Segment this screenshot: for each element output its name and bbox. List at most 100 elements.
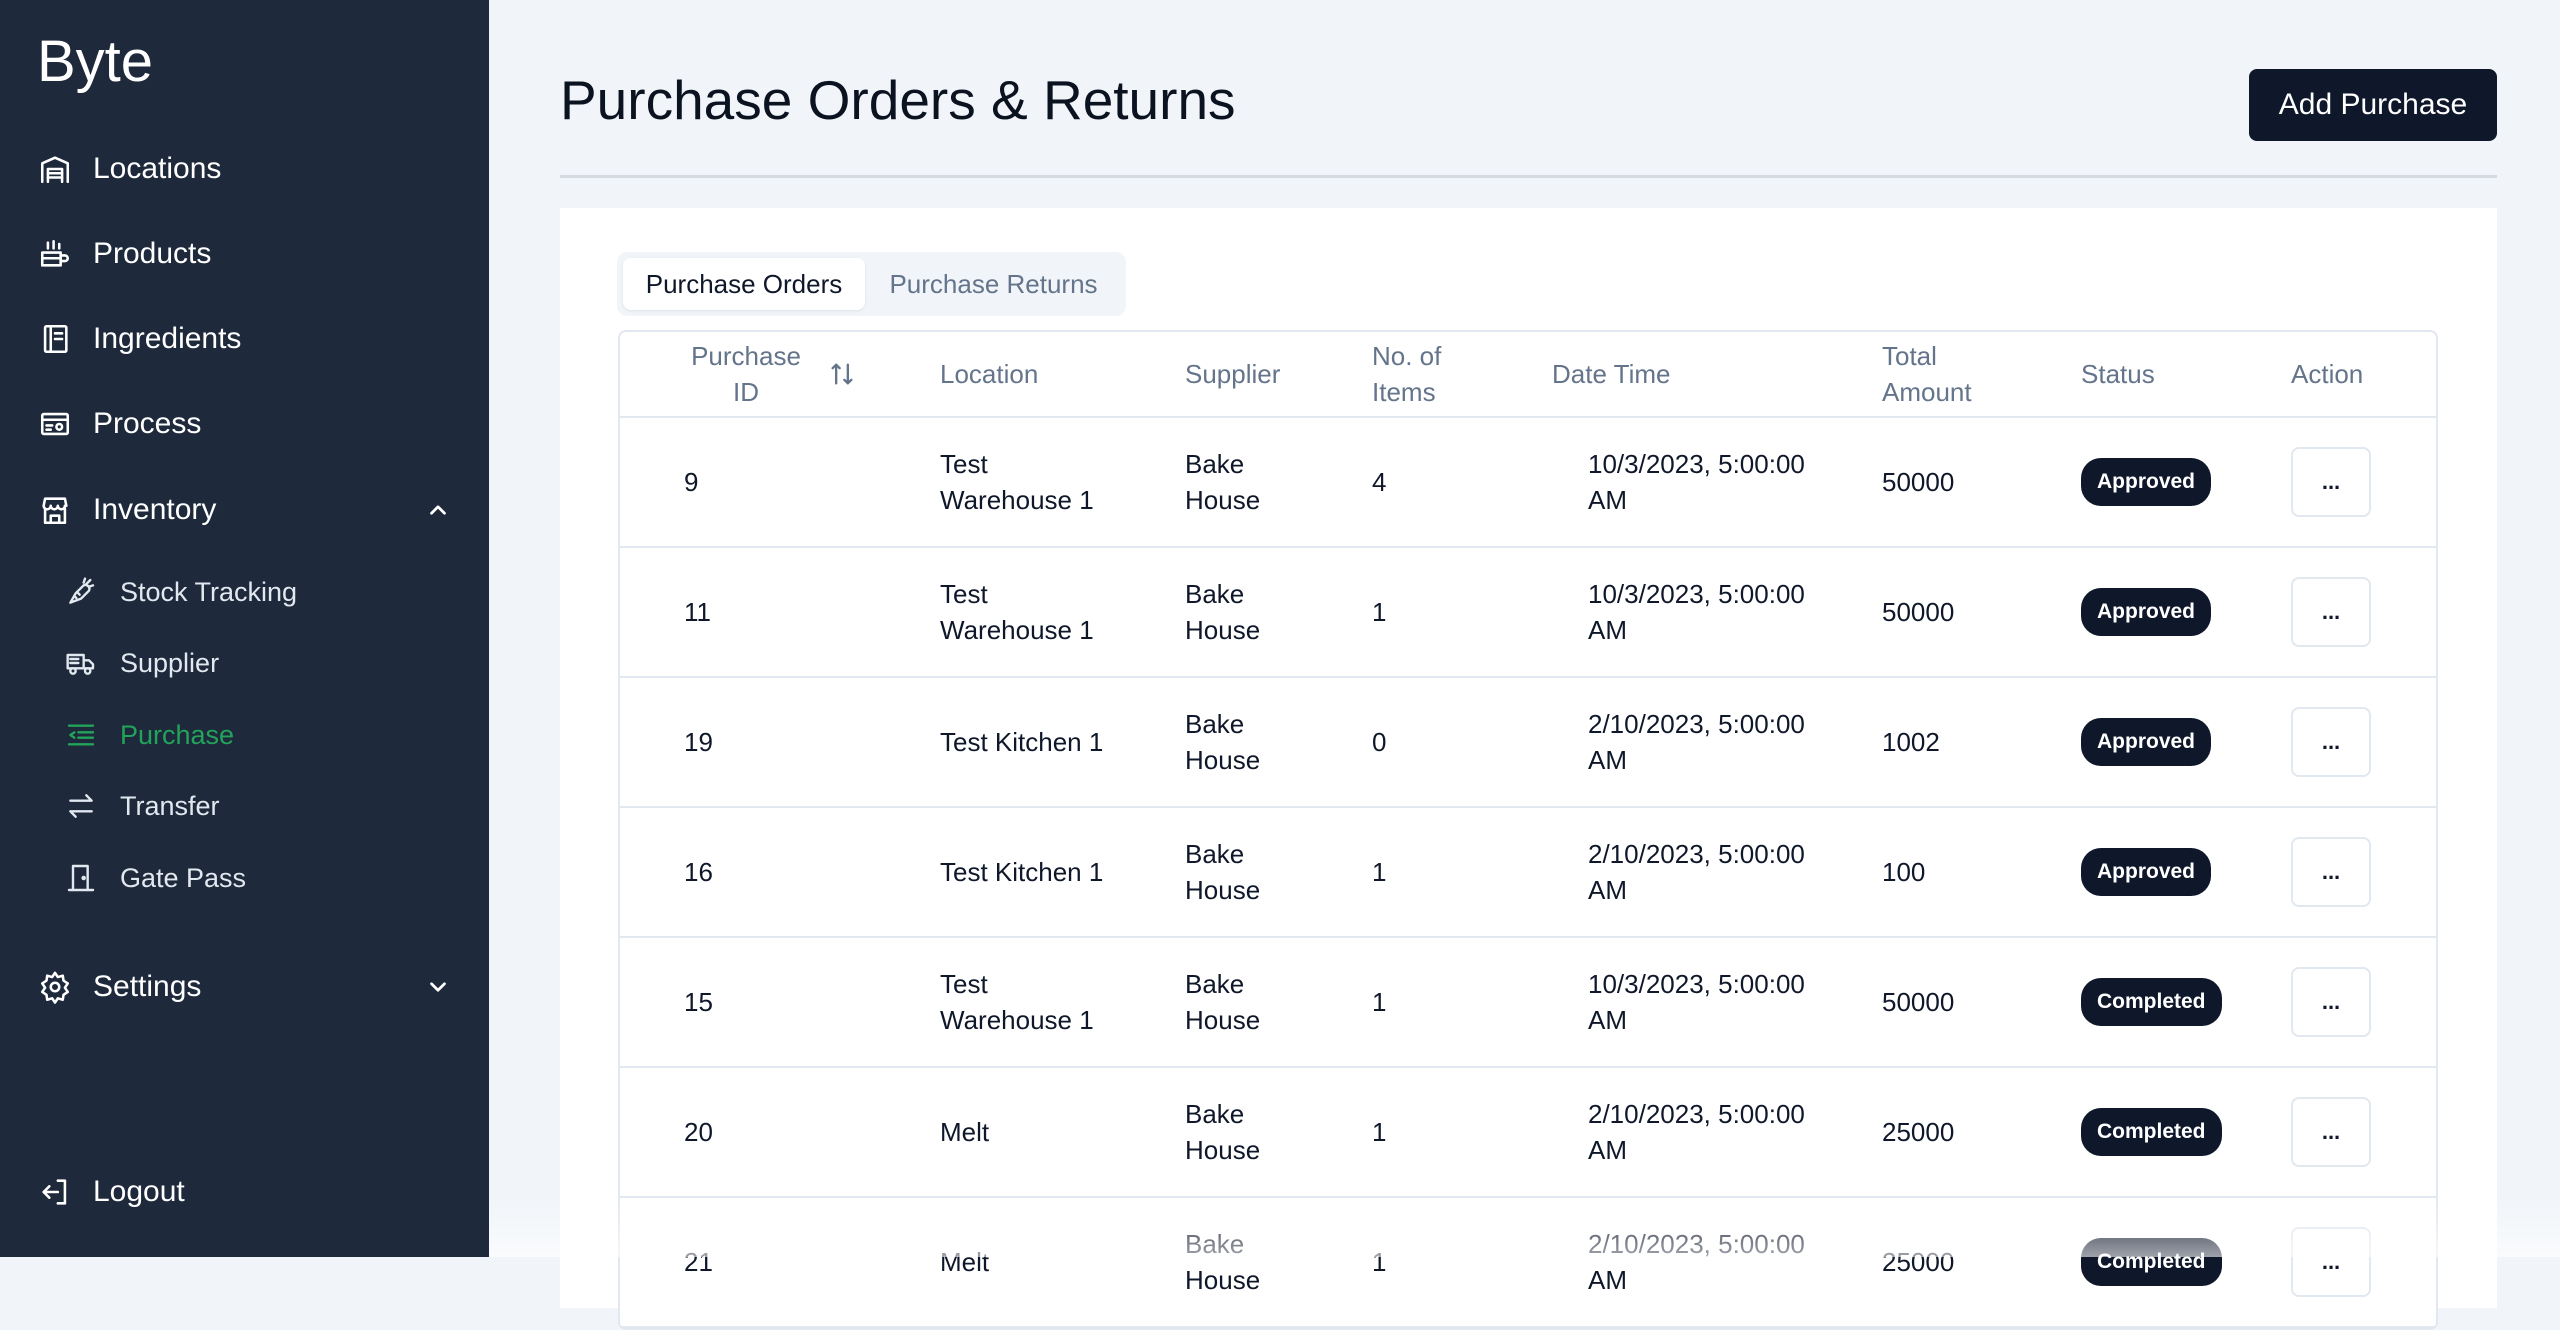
cell-purchase-id: 15 xyxy=(684,987,713,1017)
row-action-button[interactable]: ... xyxy=(2291,837,2371,907)
sidebar-item-label: Settings xyxy=(93,970,202,1003)
column-header-purchase-id[interactable]: Purchase ID xyxy=(686,332,806,416)
cell-total-amount: 1002 xyxy=(1882,727,1940,757)
brand-logo[interactable]: Byte xyxy=(37,28,153,95)
table-row[interactable]: 19 Test Kitchen 1 Bake House 0 2/10/2023,… xyxy=(620,678,2436,808)
cell-items: 1 xyxy=(1372,857,1387,887)
cell-supplier: Bake House xyxy=(1185,839,1261,905)
cell-total-amount: 25000 xyxy=(1882,1117,1955,1147)
cell-date-time: 2/10/2023, 5:00:00 AM xyxy=(1588,839,1805,905)
sidebar-item-ingredients[interactable]: Ingredients xyxy=(37,315,241,363)
tab-purchase-returns[interactable]: Purchase Returns xyxy=(869,258,1118,310)
header-divider xyxy=(560,175,2497,178)
sidebar-item-process[interactable]: Process xyxy=(37,400,201,448)
page-title: Purchase Orders & Returns xyxy=(560,69,1236,131)
cell-action: ... xyxy=(2291,1068,2371,1196)
cell-supplier: Bake House xyxy=(1185,969,1261,1035)
sidebar-item-settings[interactable]: Settings xyxy=(37,963,201,1011)
cell-action: ... xyxy=(2291,418,2371,546)
row-action-button[interactable]: ... xyxy=(2291,707,2371,777)
sidebar-item-label: Logout xyxy=(93,1175,185,1208)
cell-supplier: Bake House xyxy=(1185,709,1261,775)
sidebar-item-inventory[interactable]: Inventory xyxy=(37,486,216,534)
sidebar-subitem-purchase[interactable]: Purchase xyxy=(64,713,234,757)
cell-supplier: Bake House xyxy=(1185,1229,1261,1295)
purchase-orders-table: Purchase ID Location Supplier No. of Ite… xyxy=(618,330,2438,1330)
cell-status: Approved xyxy=(2081,418,2212,546)
row-action-button[interactable]: ... xyxy=(2291,447,2371,517)
cell-status: Completed xyxy=(2081,938,2222,1066)
table-row[interactable]: 9 Test Warehouse 1 Bake House 4 10/3/2023,… xyxy=(620,418,2436,548)
table-row[interactable]: 16 Test Kitchen 1 Bake House 1 2/10/2023,… xyxy=(620,808,2436,938)
arrows-exchange-icon xyxy=(64,789,98,823)
cell-purchase-id: 20 xyxy=(684,1117,713,1147)
orders-card: Purchase Orders Purchase Returns Purchas… xyxy=(560,208,2497,1330)
cell-status: Approved xyxy=(2081,808,2212,936)
cell-total-amount: 25000 xyxy=(1882,1247,1955,1277)
sidebar-item-products[interactable]: Products xyxy=(37,230,211,278)
sidebar-subitem-label: Stock Tracking xyxy=(120,576,298,607)
table-row[interactable]: 11 Test Warehouse 1 Bake House 1 10/3/2023… xyxy=(620,548,2436,678)
table-row[interactable]: 20 Melt Bake House 1 2/10/2023, 5:00:00 AM… xyxy=(620,1068,2436,1198)
sidebar: Byte Locations Products Ingredients Proc… xyxy=(0,0,489,1257)
tab-purchase-orders[interactable]: Purchase Orders xyxy=(623,258,865,310)
status-badge: Approved xyxy=(2081,718,2212,766)
sidebar-subitem-label: Gate Pass xyxy=(120,862,247,893)
sidebar-item-label: Products xyxy=(93,237,212,270)
cell-location: Melt xyxy=(940,1247,990,1277)
cell-date-time: 2/10/2023, 5:00:00 AM xyxy=(1588,1099,1805,1165)
cell-action: ... xyxy=(2291,678,2371,806)
process-icon xyxy=(37,406,73,442)
cell-purchase-id: 16 xyxy=(684,857,713,887)
cell-supplier: Bake House xyxy=(1185,449,1261,515)
cell-status: Approved xyxy=(2081,678,2212,806)
cell-status: Approved xyxy=(2081,548,2212,676)
cell-items: 0 xyxy=(1372,727,1387,757)
status-badge: Approved xyxy=(2081,458,2212,506)
cell-purchase-id: 19 xyxy=(684,727,713,757)
sidebar-item-logout[interactable]: Logout xyxy=(37,1168,185,1216)
cell-action: ... xyxy=(2291,938,2371,1066)
row-action-button[interactable]: ... xyxy=(2291,577,2371,647)
status-badge: Completed xyxy=(2081,1108,2222,1156)
cell-supplier: Bake House xyxy=(1185,1099,1261,1165)
cell-action: ... xyxy=(2291,548,2371,676)
truck-icon xyxy=(64,646,98,680)
cell-location: Melt xyxy=(940,1117,990,1147)
cell-location: Test Warehouse 1 xyxy=(940,449,1094,515)
table-row[interactable]: 21 Melt Bake House 1 2/10/2023, 5:00:00 AM… xyxy=(620,1198,2436,1328)
column-header-supplier: Supplier xyxy=(1185,359,1281,389)
row-action-button[interactable]: ... xyxy=(2291,967,2371,1037)
sidebar-subitem-transfer[interactable]: Transfer xyxy=(64,784,220,828)
add-purchase-button[interactable]: Add Purchase xyxy=(2249,69,2497,141)
warehouse-icon xyxy=(37,151,73,187)
sidebar-item-label: Ingredients xyxy=(93,322,242,355)
gear-icon xyxy=(37,969,73,1005)
food-icon xyxy=(37,236,73,272)
cell-total-amount: 50000 xyxy=(1882,467,1955,497)
column-header-location: Location xyxy=(940,359,1039,389)
carrot-icon xyxy=(64,575,98,609)
door-icon xyxy=(64,861,98,895)
sidebar-subitem-gate-pass[interactable]: Gate Pass xyxy=(64,856,246,900)
table-header: Purchase ID Location Supplier No. of Ite… xyxy=(620,332,2436,418)
sidebar-item-locations[interactable]: Locations xyxy=(37,145,221,193)
sidebar-subitem-stock-tracking[interactable]: Stock Tracking xyxy=(64,570,297,614)
chevron-down-icon[interactable] xyxy=(425,974,451,1000)
row-action-button[interactable]: ... xyxy=(2291,1227,2371,1297)
cell-items: 4 xyxy=(1372,467,1387,497)
cell-purchase-id: 21 xyxy=(684,1247,713,1277)
cell-supplier: Bake House xyxy=(1185,579,1261,645)
status-badge: Completed xyxy=(2081,1238,2222,1286)
status-badge: Approved xyxy=(2081,588,2212,636)
row-action-button[interactable]: ... xyxy=(2291,1097,2371,1167)
column-header-status: Status xyxy=(2081,359,2155,389)
sidebar-subitem-label: Supplier xyxy=(120,647,220,678)
sort-icon[interactable] xyxy=(828,360,856,388)
table-row[interactable]: 15 Test Warehouse 1 Bake House 1 10/3/2023… xyxy=(620,938,2436,1068)
chevron-up-icon[interactable] xyxy=(425,497,451,523)
cell-location: Test Kitchen 1 xyxy=(940,857,1104,887)
cell-status: Completed xyxy=(2081,1068,2222,1196)
sidebar-subitem-supplier[interactable]: Supplier xyxy=(64,641,219,685)
list-indent-icon xyxy=(64,718,98,752)
